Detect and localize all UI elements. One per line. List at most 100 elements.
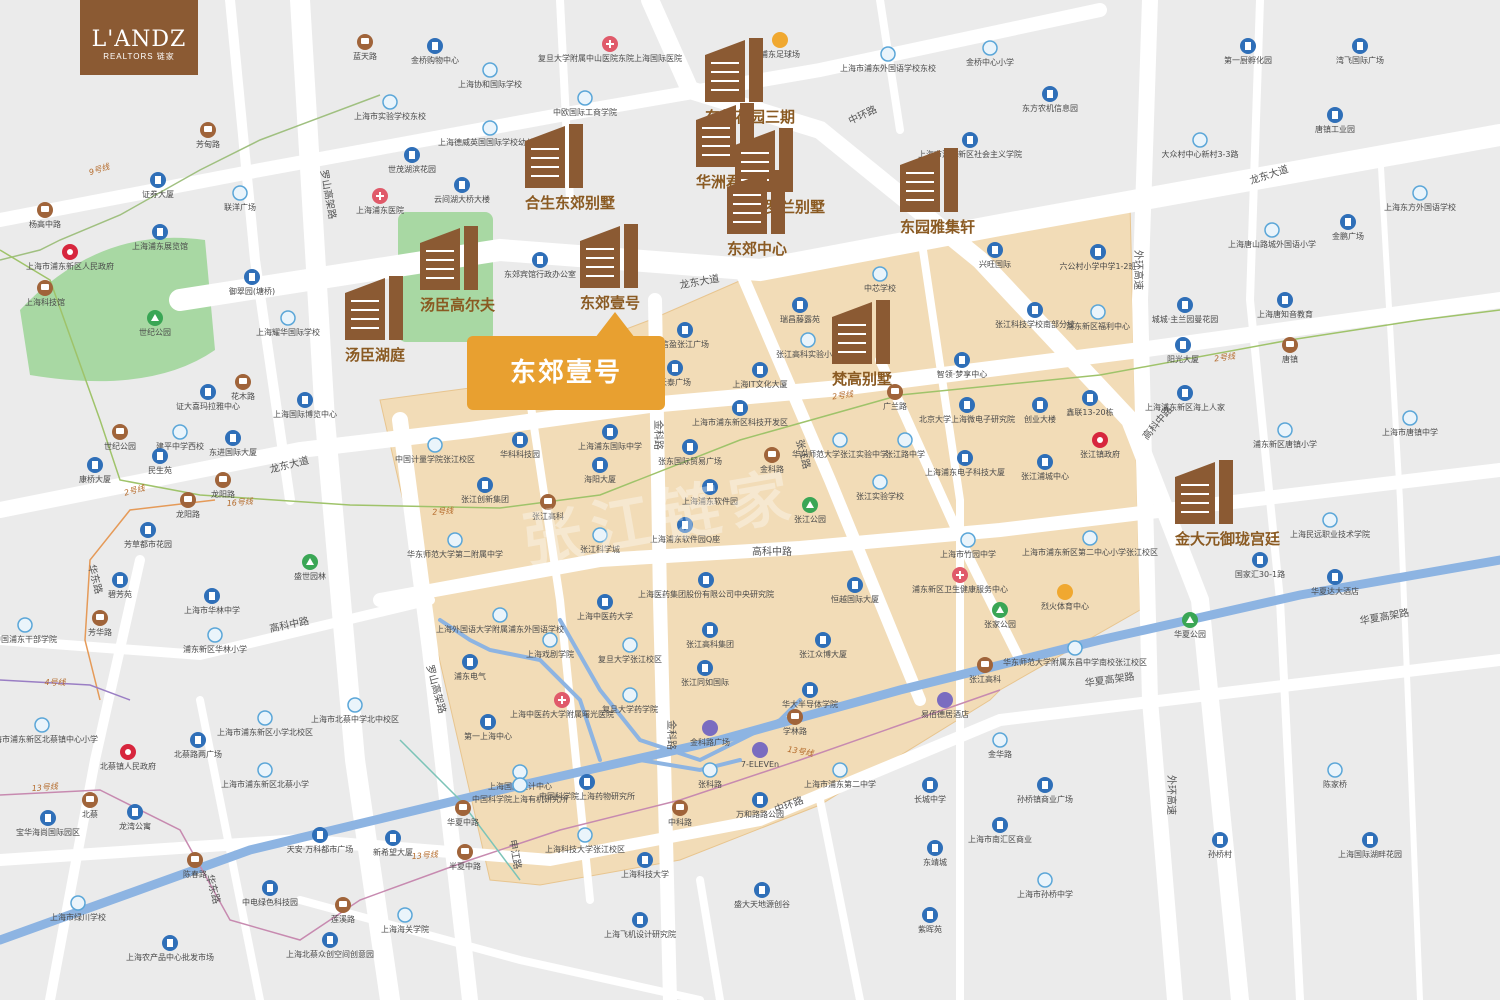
building-shape — [1217, 836, 1223, 844]
train-icon — [459, 804, 467, 810]
building-window — [586, 266, 614, 268]
building-window — [586, 248, 614, 250]
poi-label: 上海科技大学张江校区 — [545, 844, 625, 854]
school-icon — [872, 266, 888, 282]
building-window — [838, 324, 866, 326]
poi-label: 世纪公园 — [104, 441, 136, 451]
poi-label: 北蔡 — [82, 809, 98, 819]
poi-label: 蓝天路 — [353, 51, 377, 61]
building-shape — [209, 592, 215, 600]
poi-label: 上海市绿川学校 — [50, 912, 106, 922]
school-icon — [382, 94, 398, 110]
building-window — [733, 212, 761, 214]
poi-label: 浦东新区唐镇小学 — [1253, 439, 1317, 449]
poi-label: 孙桥镇商业广场 — [1017, 794, 1073, 804]
school-icon — [257, 762, 273, 778]
poi-label: 第一厨孵化园 — [1224, 55, 1272, 65]
train-icon — [981, 661, 989, 667]
poi-label: 上海海关学院 — [381, 924, 429, 934]
building-shape — [302, 396, 308, 404]
building-shape — [759, 886, 765, 894]
poi-label: 金桥中心小学 — [966, 57, 1014, 67]
train-icon — [339, 901, 347, 907]
project-label: 汤臣高尔夫 — [420, 296, 496, 314]
poi-label: 中电绿色科技园 — [242, 897, 298, 907]
school-icon — [577, 90, 593, 106]
building-window — [906, 181, 934, 183]
building-shape — [707, 626, 713, 634]
building-shape — [584, 778, 590, 786]
building-shape — [390, 834, 396, 842]
poi-label: 上海市北蔡中学北中校区 — [311, 714, 399, 724]
poi-label: 大众村中心新村3-3路 — [1161, 149, 1238, 159]
poi-label: 中科路 — [668, 817, 692, 827]
brand-logo[interactable]: L'ANDZ REALTORS 链家 — [80, 0, 198, 75]
building-shape — [597, 461, 603, 469]
poi-label: 上海市竹园中学 — [940, 549, 996, 559]
building-shape — [1047, 90, 1053, 98]
poi-label: 阳光大厦 — [1167, 354, 1199, 364]
poi-label: 陈家桥 — [1323, 779, 1347, 789]
building-window — [711, 80, 739, 82]
building-window — [1181, 511, 1209, 513]
poi-label: 张江镇政府 — [1080, 449, 1120, 459]
poi-label: 上海市南汇区商业 — [968, 834, 1032, 844]
building-window — [741, 170, 769, 172]
building-window — [351, 300, 379, 302]
shop-icon — [702, 720, 718, 736]
school-icon — [577, 827, 593, 843]
train-icon — [116, 428, 124, 434]
train-icon — [191, 856, 199, 862]
school-icon — [347, 697, 363, 713]
logo-text: L'ANDZ — [91, 27, 187, 52]
building-window — [531, 175, 559, 177]
school-icon — [1412, 185, 1428, 201]
poi-label: 复旦大学附属中山医院东院上海国际医院 — [538, 53, 682, 63]
poi-label: 华夏中路 — [447, 817, 479, 827]
building-shape — [205, 388, 211, 396]
poi-metro[interactable]: 北蔡 — [82, 792, 98, 819]
poi-label: 宝华海尚国际园区 — [16, 827, 80, 837]
train-icon — [219, 476, 227, 482]
building-window — [1181, 484, 1209, 486]
road-label: 外环高速 — [1165, 775, 1178, 815]
school-icon — [447, 532, 463, 548]
poi-label: 张江路中学 — [885, 449, 925, 459]
poi-metro[interactable]: 唐镇 — [1282, 337, 1298, 364]
poi-label: 上海中医药大学附属曙光医院 — [510, 709, 614, 719]
school-icon — [832, 432, 848, 448]
school-icon — [982, 40, 998, 56]
building-window — [733, 194, 761, 196]
poi-label: 复旦大学药学院 — [602, 704, 658, 714]
poi-label: 上海北蔡众创空间创意园 — [286, 949, 374, 959]
poi-label: 张江众博大厦 — [799, 649, 847, 659]
poi-label: 上海浦东医院 — [356, 205, 404, 215]
poi-label: 芳华路 — [88, 627, 112, 637]
building-shape — [1037, 401, 1043, 409]
map-canvas[interactable]: 罗山高架路 龙东大道 龙东大道 龙东大道 中环路 中环路 金科路 金科路 高科中路 高科中路 高科中… — [0, 0, 1500, 1000]
poi-label: 上海民远职业技术学院 — [1290, 529, 1370, 539]
building-shape — [249, 273, 255, 281]
building-shape — [1087, 394, 1093, 402]
building-shape — [687, 443, 693, 451]
building-shape — [155, 176, 161, 184]
poi-label: 7-ELEVEn — [741, 760, 779, 769]
poi-label: 上海市浦东新区小学北校区 — [217, 727, 313, 737]
building-shape — [1257, 556, 1263, 564]
poi-label: 上海市浦东新区北蔡小学 — [221, 779, 309, 789]
building-tower — [569, 124, 583, 188]
building-window — [531, 166, 559, 168]
building-shape — [807, 686, 813, 694]
building-window — [531, 157, 559, 159]
train-icon — [41, 206, 49, 212]
poi-label: 瑞昌藤露苑 — [780, 314, 820, 324]
project-label: 金大元御珑宫廷 — [1174, 530, 1281, 548]
building-shape — [797, 301, 803, 309]
school-icon — [800, 332, 816, 348]
poi-label: 康桥大厦 — [79, 474, 111, 484]
road-label: 高科中路 — [752, 545, 792, 558]
poi-label: 东靖城 — [923, 857, 947, 867]
building-window — [906, 172, 934, 174]
building-shape — [92, 461, 98, 469]
star-icon — [67, 249, 73, 255]
